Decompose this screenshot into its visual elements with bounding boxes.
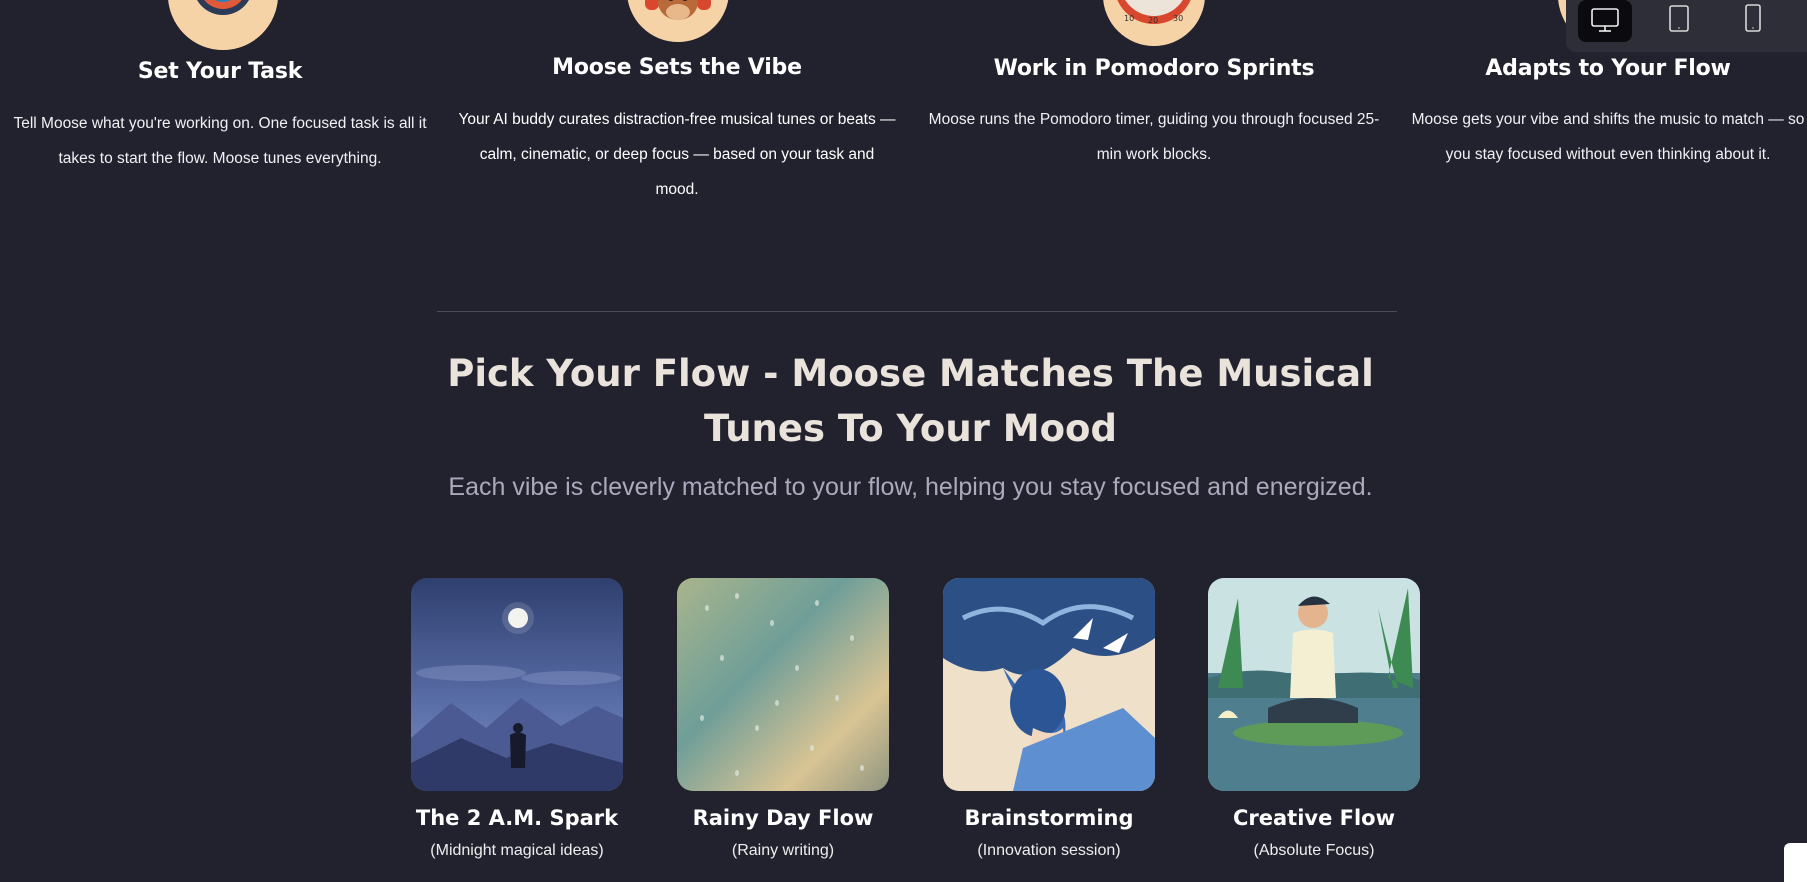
- timer-label: 20: [1148, 16, 1158, 25]
- flow-card-rainy-day[interactable]: Rainy Day Flow (Rainy writing): [677, 578, 889, 860]
- flow-card-title: The 2 A.M. Spark: [415, 806, 619, 830]
- step-title: Work in Pomodoro Sprints: [993, 56, 1315, 81]
- mobile-view-button[interactable]: [1726, 0, 1780, 42]
- step-title: Moose Sets the Vibe: [552, 55, 802, 80]
- desktop-view-button[interactable]: [1578, 0, 1632, 42]
- meditation-illustration-image: [1208, 578, 1420, 791]
- step-set-task: Set Your Task Tell Moose what you're wor…: [0, 0, 440, 180]
- section-title: Pick Your Flow - Moose Matches The Music…: [447, 352, 1374, 450]
- flow-card-creative[interactable]: Creative Flow (Absolute Focus): [1208, 578, 1420, 860]
- step-pomodoro: 10 20 30 Work in Pomodoro Sprints Moose …: [915, 0, 1393, 180]
- step-description: Tell Moose what you're working on. One f…: [13, 115, 427, 167]
- step-moose-vibe: Moose Sets the Vibe Your AI buddy curate…: [452, 0, 902, 198]
- pomodoro-timer-icon: 10 20 30: [1103, 0, 1205, 46]
- flow-card-subtitle: (Innovation session): [977, 842, 1121, 859]
- step-description: Moose runs the Pomodoro timer, guiding y…: [928, 111, 1380, 163]
- step-description: Moose gets your vibe and shifts the musi…: [1411, 111, 1805, 163]
- flow-card-brainstorming[interactable]: Brainstorming (Innovation session): [943, 578, 1155, 860]
- flow-card-title: Brainstorming: [964, 806, 1134, 830]
- step-title: Set Your Task: [137, 59, 303, 84]
- section-subtitle: Each vibe is cleverly matched to your fl…: [448, 473, 1373, 501]
- flow-card-title: Rainy Day Flow: [692, 806, 874, 830]
- flow-card-title: Creative Flow: [1232, 806, 1396, 830]
- flow-card-subtitle: (Rainy writing): [731, 842, 835, 859]
- flow-card-subtitle: (Absolute Focus): [1253, 842, 1375, 859]
- flow-card-2am-spark[interactable]: The 2 A.M. Spark (Midnight magical ideas…: [411, 578, 623, 860]
- floating-widget-edge[interactable]: [1784, 843, 1807, 882]
- timer-label: 30: [1173, 14, 1183, 23]
- timer-label: 10: [1124, 14, 1134, 23]
- target-icon: [168, 0, 278, 50]
- tablet-icon: [1669, 5, 1689, 32]
- tablet-view-button[interactable]: [1652, 0, 1706, 42]
- brainstorm-illustration-image: [943, 578, 1155, 791]
- section-divider: [437, 311, 1397, 312]
- desktop-icon: [1591, 8, 1619, 32]
- device-preview-toolbar: [1566, 0, 1807, 52]
- rainy-window-image: [677, 578, 889, 791]
- step-description: Your AI buddy curates distraction-free m…: [458, 111, 896, 198]
- page: Set Your Task Tell Moose what you're wor…: [0, 0, 1807, 882]
- moose-headphones-icon: [627, 0, 729, 42]
- night-mountain-image: [411, 578, 623, 791]
- step-title: Adapts to Your Flow: [1485, 56, 1731, 81]
- mobile-icon: [1745, 4, 1761, 32]
- flow-card-subtitle: (Midnight magical ideas): [430, 842, 604, 859]
